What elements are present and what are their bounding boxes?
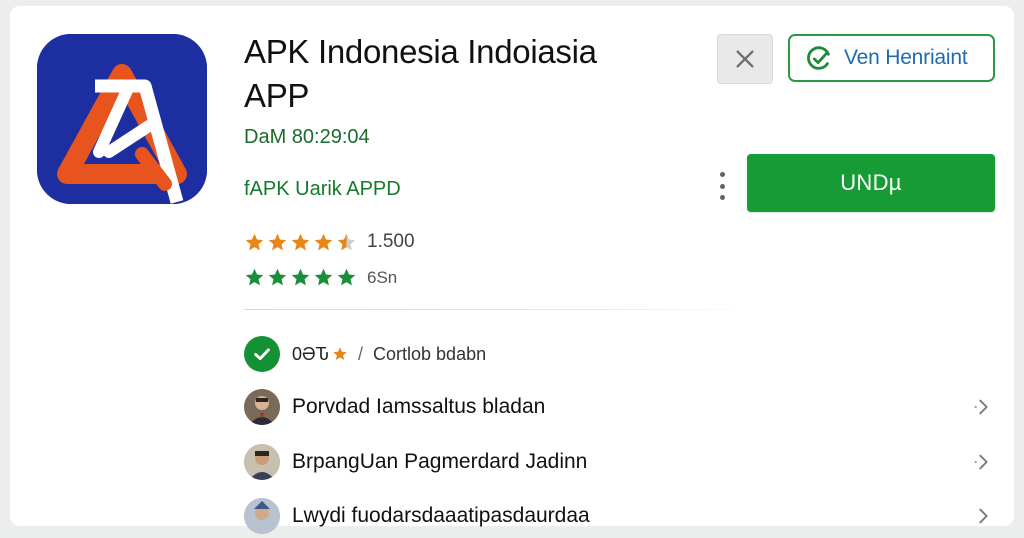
rating-count-secondary: 6Sn — [367, 267, 398, 287]
star-icon — [245, 233, 264, 250]
verified-text: Cortlob bdabn — [373, 343, 487, 364]
install-button[interactable]: UNDµ — [747, 154, 995, 212]
star-icon — [268, 233, 287, 250]
list-item[interactable]: Porvdad Iamssaltus bladan — [244, 385, 996, 429]
verified-code-text: 0ӘԎ — [292, 343, 329, 364]
star-icon — [245, 268, 264, 286]
chevron-right-icon — [974, 454, 988, 470]
list-item-label: Porvdad Iamssaltus bladan — [292, 395, 546, 418]
star-icon — [291, 268, 310, 286]
chevron-right-icon — [979, 508, 988, 524]
open-button[interactable]: Ven Henriaint — [788, 34, 995, 82]
avatar — [244, 389, 280, 425]
avatar — [244, 498, 280, 534]
avatar — [244, 444, 280, 480]
star-icon — [314, 268, 333, 286]
list-item[interactable]: Lwydi fuodarsdaaatipasdaurdaa — [244, 494, 996, 538]
rating-secondary: 6Sn — [244, 267, 397, 288]
app-logo-icon — [37, 34, 207, 204]
star-rating-secondary — [244, 267, 357, 288]
star-icon — [337, 268, 356, 286]
developer-name[interactable]: DaM 80:29:04 — [244, 126, 370, 149]
star-icon — [333, 347, 347, 360]
more-vert-icon-dot — [719, 172, 725, 177]
rating-primary: 1.500 — [244, 231, 415, 253]
refresh-check-icon — [807, 46, 830, 70]
list-item-label: BrpangUan Pagmerdard Jadinn — [292, 450, 588, 473]
app-title-line2: APP — [244, 77, 310, 114]
star-icon — [291, 233, 310, 250]
app-title-line1: APK Indonesia Indoiasia — [244, 33, 597, 70]
star-rating-primary — [244, 232, 357, 253]
app-title: APK Indonesia Indoiasia APP — [244, 30, 684, 118]
list-item[interactable]: BrpangUan Pagmerdard Jadinn — [244, 440, 996, 484]
close-button[interactable] — [717, 34, 773, 84]
more-options-button[interactable] — [713, 168, 731, 204]
app-tagline: fAPK Uarik APPD — [244, 178, 401, 200]
star-icon — [314, 233, 333, 250]
more-vert-icon-dot — [719, 183, 725, 189]
check-circle-icon — [244, 336, 280, 372]
rating-count-primary: 1.500 — [367, 231, 415, 252]
star-icon — [268, 268, 287, 286]
verified-row: 0ӘԎ / Cortlob bdabn — [244, 332, 996, 376]
star-icon — [337, 233, 356, 250]
verified-separator: / — [358, 343, 364, 364]
verified-code: 0ӘԎ — [292, 344, 348, 365]
list-item-label: Lwydi fuodarsdaaatipasdaurdaa — [292, 504, 590, 527]
more-vert-icon-dot — [719, 195, 725, 200]
chevron-right-icon — [974, 399, 988, 415]
close-icon — [736, 50, 754, 68]
open-button-label: Ven Henriaint — [844, 46, 968, 69]
section-divider — [244, 309, 754, 310]
